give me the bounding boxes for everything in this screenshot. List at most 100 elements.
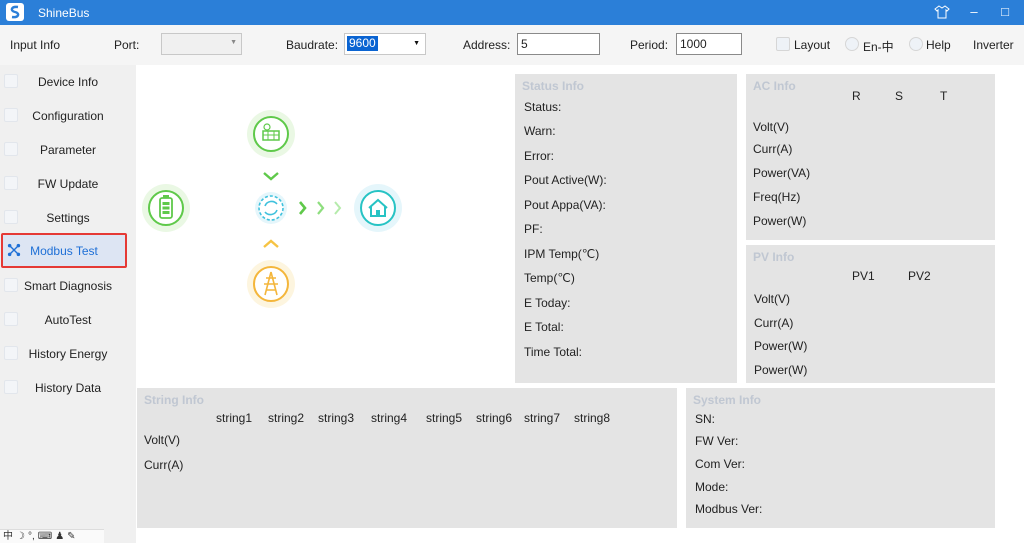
ipm-temp-row-label: IPM Temp(℃) (524, 247, 600, 261)
string-column: string6 (476, 411, 513, 425)
chevron-up-icon (263, 239, 279, 248)
string-column: string1 (216, 411, 253, 425)
error-row-label: Error: (524, 149, 554, 163)
grid-tower-icon (247, 260, 295, 308)
mode-label: Mode: (695, 480, 729, 494)
sidebar-item-label: Device Info (37, 75, 99, 89)
sidebar-item-history-energy[interactable]: History Energy (0, 337, 136, 371)
ime-glyph[interactable]: 中 (3, 530, 13, 543)
layout-icon[interactable] (776, 37, 790, 51)
string-curr-label: Curr(A) (144, 458, 184, 472)
toolbar: Input Info Port: ▼ Baudrate: 9600 ▼ Addr… (0, 25, 1024, 65)
fw-ver-label: FW Ver: (695, 434, 739, 448)
sn-label: SN: (695, 412, 716, 426)
pout-active-row-label: Pout Active(W): (524, 173, 607, 187)
sidebar-item-history-data[interactable]: History Data (0, 371, 136, 405)
string-info-panel: String Info string1 string2 string3 stri… (137, 388, 677, 528)
ac-volt-label: Volt(V) (753, 120, 790, 134)
string-volt-label: Volt(V) (144, 433, 181, 447)
help-icon[interactable] (909, 37, 923, 51)
ac-curr-label: Curr(A) (753, 142, 793, 156)
period-input[interactable]: 1000 (676, 33, 742, 55)
ac-column-t: T (940, 89, 948, 103)
pf-row-label: PF: (524, 222, 543, 236)
sidebar-item-label: Settings (46, 211, 90, 225)
string-column: string4 (371, 411, 408, 425)
sidebar-item-label: Smart Diagnosis (23, 279, 113, 293)
string-column: string7 (524, 411, 561, 425)
baudrate-value: 9600 (347, 36, 378, 51)
layout-button[interactable]: Layout (794, 38, 830, 52)
e-today-row-label: E Today: (524, 296, 571, 310)
ac-freq-label: Freq(Hz) (753, 190, 801, 204)
ime-glyph[interactable]: ⌨ (38, 530, 52, 543)
com-ver-label: Com Ver: (695, 457, 746, 471)
main-content: Status Info Status: Warn: Error: Pout Ac… (136, 65, 1024, 543)
pv-info-title: PV Info (753, 250, 795, 264)
address-input[interactable]: 5 (517, 33, 600, 55)
baudrate-label: Baudrate: (286, 38, 339, 52)
system-info-title: System Info (693, 393, 762, 407)
ime-glyph[interactable]: ✎ (67, 530, 75, 543)
pv-info-panel: PV Info PV1 PV2 Volt(V) Curr(A) Power(W)… (746, 245, 995, 383)
maximize-button[interactable]: □ (993, 2, 1017, 22)
sidebar-item-smart-diagnosis[interactable]: Smart Diagnosis (0, 269, 136, 303)
chevron-down-icon (263, 172, 279, 181)
pv-power-label: Power(W) (754, 339, 808, 353)
string-column: string8 (574, 411, 611, 425)
e-total-row-label: E Total: (524, 320, 564, 334)
sidebar-item-label: FW Update (37, 177, 99, 191)
time-total-row-label: Time Total: (524, 345, 583, 359)
sidebar-item-label: Configuration (32, 109, 104, 123)
ime-glyph[interactable]: °, (28, 530, 35, 543)
sidebar-item-settings[interactable]: Settings (0, 201, 136, 235)
pv-curr-label: Curr(A) (754, 316, 794, 330)
home-icon (354, 184, 402, 232)
status-info-panel: Status Info Status: Warn: Error: Pout Ac… (515, 74, 737, 383)
sidebar-item-fw-update[interactable]: FW Update (0, 167, 136, 201)
ac-column-s: S (895, 89, 904, 103)
port-label: Port: (114, 38, 140, 52)
inverter-icon (255, 192, 287, 224)
warn-row-label: Warn: (524, 124, 556, 138)
sidebar-item-label: Modbus Test (30, 244, 98, 258)
minimize-button[interactable]: – (962, 2, 986, 22)
port-select[interactable]: ▼ (161, 33, 242, 55)
inverter-button[interactable]: Inverter (973, 38, 1014, 52)
ac-power-w-label: Power(W) (753, 214, 807, 228)
energy-flow-diagram (142, 110, 402, 308)
ime-glyph[interactable]: ☽ (16, 530, 25, 543)
chevron-down-icon: ▼ (230, 39, 237, 46)
sidebar-item-label: AutoTest (44, 313, 92, 327)
shirt-icon[interactable] (930, 2, 954, 22)
baudrate-select[interactable]: 9600 ▼ (344, 33, 426, 55)
ac-info-title: AC Info (753, 79, 796, 93)
address-label: Address: (463, 38, 511, 52)
sidebar: Device Info Configuration Parameter FW U… (0, 65, 136, 543)
modbus-ver-label: Modbus Ver: (695, 502, 763, 516)
chevron-down-icon: ▼ (413, 40, 420, 47)
sidebar-item-modbus-test[interactable]: Modbus Test (1, 233, 127, 268)
string-column: string5 (426, 411, 463, 425)
sidebar-item-label: Parameter (39, 143, 97, 157)
sidebar-item-autotest[interactable]: AutoTest (0, 303, 136, 337)
string-column: string2 (268, 411, 305, 425)
sidebar-item-label: History Energy (28, 347, 108, 361)
pv-column-pv2: PV2 (908, 269, 931, 283)
sidebar-item-device-info[interactable]: Device Info (0, 65, 136, 99)
language-button[interactable]: En-中 (863, 38, 894, 55)
temp-row-label: Temp(℃) (524, 271, 575, 285)
sidebar-item-parameter[interactable]: Parameter (0, 133, 136, 167)
string-info-title: String Info (144, 393, 204, 407)
input-method-bar: 中 ☽ °, ⌨ ♟ ✎ (0, 529, 104, 543)
sidebar-item-configuration[interactable]: Configuration (0, 99, 136, 133)
app-title: ShineBus (38, 6, 90, 20)
ime-glyph[interactable]: ♟ (55, 530, 64, 543)
pv-power-label: Power(W) (754, 363, 808, 377)
ac-power-va-label: Power(VA) (753, 166, 811, 180)
sidebar-item-label: History Data (34, 381, 102, 395)
pv-column-pv1: PV1 (852, 269, 875, 283)
language-icon[interactable] (845, 37, 859, 51)
help-button[interactable]: Help (926, 38, 951, 52)
battery-icon (142, 184, 190, 232)
